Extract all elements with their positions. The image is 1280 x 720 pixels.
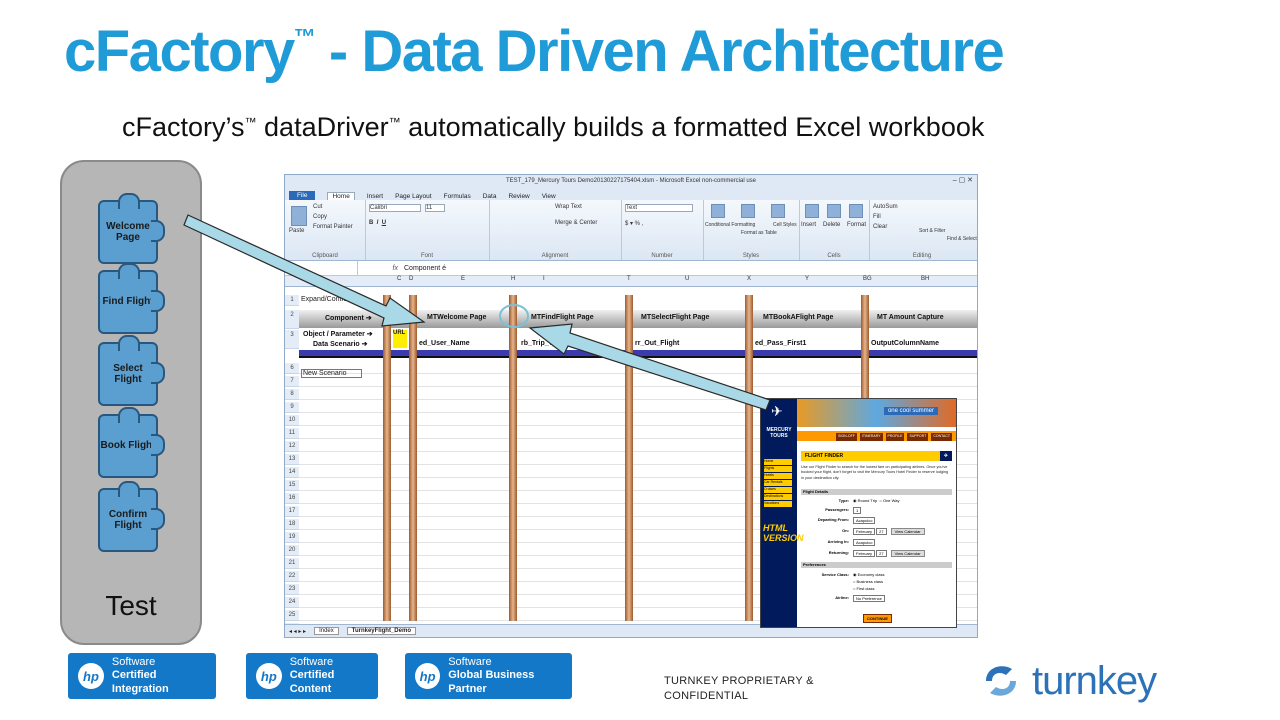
hp-badge-certified-integration: hp Software Certified Integration	[68, 653, 216, 699]
turnkey-mark-icon	[986, 666, 1016, 696]
arrow-mercury-to-sheet	[528, 323, 771, 411]
hp-badge-global-partner: hp Software Global Business Partner	[405, 653, 572, 699]
turnkey-wordmark: turnkey	[1032, 658, 1157, 703]
hp-badge-certified-content: hp Software Certified Content	[246, 653, 378, 699]
turnkey-logo: turnkey	[970, 651, 1180, 711]
hp-logo-icon: hp	[78, 663, 104, 689]
connector-arrows	[183, 214, 771, 411]
arrow-welcome-to-sheet	[183, 214, 426, 327]
hp-logo-icon: hp	[415, 663, 441, 689]
confidential-notice: TURNKEY PROPRIETARY & CONFIDENTIAL	[664, 675, 814, 702]
highlight-circle	[499, 304, 529, 328]
hp-logo-icon: hp	[256, 663, 282, 689]
